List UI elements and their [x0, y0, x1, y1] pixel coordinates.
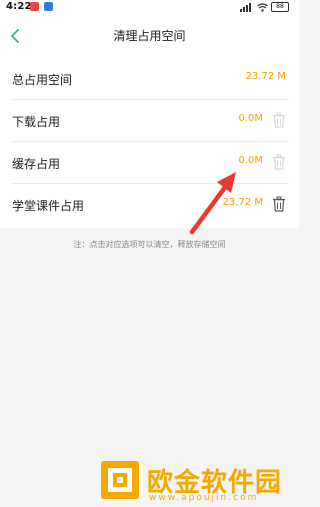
- cache-storage-label: 缓存占用: [12, 157, 61, 171]
- download-storage-value: 0.0M: [238, 113, 263, 124]
- total-storage-value: 23.72 M: [245, 71, 286, 82]
- app-notification-icon: [44, 2, 53, 11]
- total-storage-row: 总占用空间 23.72 M: [0, 58, 299, 100]
- cache-storage-value: 0.0M: [238, 155, 263, 166]
- wifi-icon: [257, 2, 268, 12]
- battery-icon: 88: [271, 2, 289, 12]
- status-time: 4:22: [6, 1, 32, 12]
- watermark-url: www.apoujin.com: [149, 493, 259, 503]
- courseware-storage-row[interactable]: 学堂课件占用 23.72 M: [0, 184, 299, 226]
- courseware-storage-label: 学堂课件占用: [12, 199, 85, 213]
- status-indicators: 88: [240, 1, 289, 13]
- trash-icon[interactable]: [272, 196, 286, 212]
- storage-list: 总占用空间 23.72 M 下载占用 0.0M 缓存占用 0.0M 学堂课件占用…: [0, 58, 299, 228]
- download-storage-row[interactable]: 下载占用 0.0M: [0, 100, 299, 142]
- trash-icon[interactable]: [272, 112, 286, 128]
- watermark-logo-icon: [101, 461, 139, 499]
- trash-icon[interactable]: [272, 154, 286, 170]
- nav-bar: 清理占用空间: [0, 14, 299, 58]
- signal-icon: [240, 2, 251, 12]
- watermark: 欧金软件园 www.apoujin.com: [100, 460, 299, 507]
- status-bar: 4:22 88: [0, 0, 299, 14]
- hint-note: 注：点击对应选项可以清空，释放存储空间: [73, 240, 226, 249]
- red-arrow-annotation: [189, 172, 236, 235]
- download-storage-label: 下载占用: [12, 115, 61, 129]
- total-storage-label: 总占用空间: [12, 73, 73, 87]
- page-title: 清理占用空间: [113, 29, 186, 43]
- app-notification-icon: [30, 2, 39, 11]
- cache-storage-row[interactable]: 缓存占用 0.0M: [0, 142, 299, 184]
